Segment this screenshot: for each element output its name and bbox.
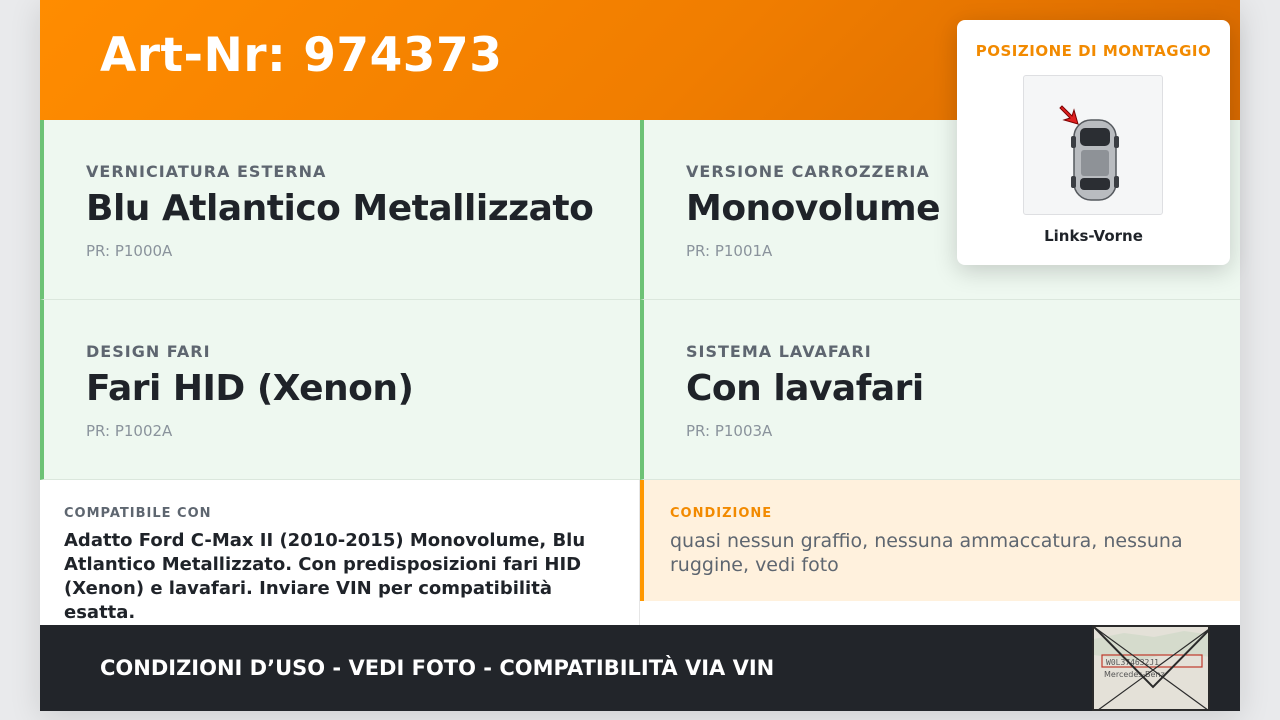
condition-section: CONDIZIONE quasi nessun graffio, nessuna… (640, 480, 1240, 601)
document-label-photo-icon: W0L374632J1 Mercedes-Benz (1094, 627, 1208, 709)
compatibility-section: COMPATIBILE CON Adatto Ford C-Max II (20… (40, 480, 640, 625)
option-label: SISTEMA LAVAFARI (686, 342, 872, 361)
option-pr-code: PR: P1000A (86, 242, 173, 260)
option-label: DESIGN FARI (86, 342, 211, 361)
compatibility-text: Adatto Ford C-Max II (2010-2015) Monovol… (64, 530, 586, 623)
option-value: Fari HID (Xenon) (86, 368, 414, 409)
mount-position-title: POSIZIONE DI MONTAGGIO (975, 42, 1212, 60)
footer-text: CONDIZIONI D’USO - VEDI FOTO - COMPATIBI… (100, 656, 775, 680)
condition-label: CONDIZIONE (670, 506, 773, 521)
option-headlight-washer: SISTEMA LAVAFARI Con lavafari PR: P1003A (640, 300, 1240, 480)
option-headlight-design: DESIGN FARI Fari HID (Xenon) PR: P1002A (40, 300, 640, 480)
option-label: VERSIONE CARROZZERIA (686, 162, 930, 181)
car-top-view-icon (1059, 105, 1119, 201)
label-photo-thumbnail[interactable]: W0L374632J1 Mercedes-Benz (1092, 625, 1210, 711)
option-pr-code: PR: P1002A (86, 422, 173, 440)
mount-position-image (1023, 75, 1163, 215)
option-value: Blu Atlantico Metallizzato (86, 188, 594, 229)
condition-text: quasi nessun graffio, nessuna ammaccatur… (670, 530, 1183, 576)
option-label: VERNICIATURA ESTERNA (86, 162, 327, 181)
option-pr-code: PR: P1001A (686, 242, 773, 260)
option-pr-code: PR: P1003A (686, 422, 773, 440)
footer-bar: CONDIZIONI D’USO - VEDI FOTO - COMPATIBI… (40, 625, 1240, 711)
option-exterior-paint: VERNICIATURA ESTERNA Blu Atlantico Metal… (40, 120, 640, 300)
compatibility-label: COMPATIBILE CON (64, 506, 212, 521)
mount-position-card: POSIZIONE DI MONTAGGIO Links-Vorne (957, 20, 1230, 265)
option-value: Monovolume (686, 188, 941, 229)
option-value: Con lavafari (686, 368, 924, 409)
mount-position-value: Links-Vorne (1044, 227, 1143, 245)
article-number: Art-Nr: 974373 (100, 28, 503, 83)
